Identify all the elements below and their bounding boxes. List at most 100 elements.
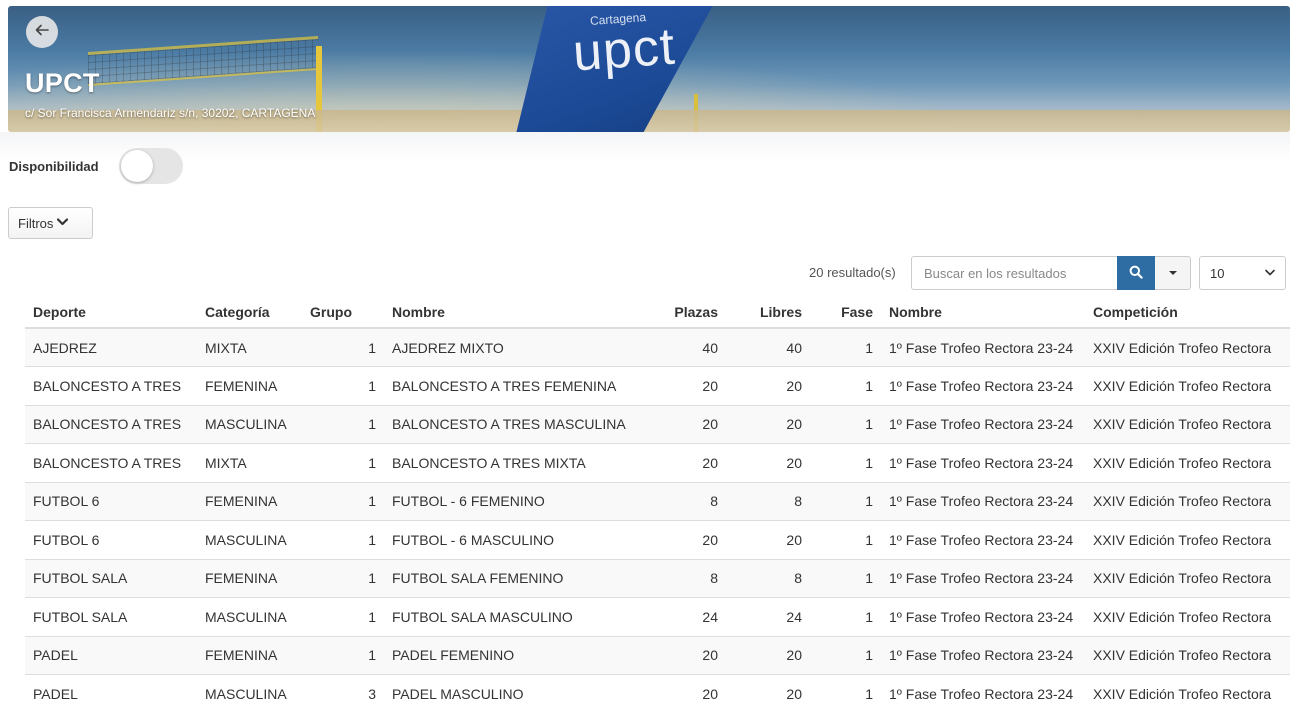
cell-nombre: PADEL FEMENINO — [384, 635, 644, 675]
cell-competicion: XXIV Edición Trofeo Rectora — [1085, 635, 1290, 675]
cell-fase-nombre: 1º Fase Trofeo Rectora 23-24 — [881, 366, 1085, 405]
cell-nombre: FUTBOL - 6 MASCULINO — [384, 520, 644, 559]
search-input[interactable] — [911, 256, 1118, 290]
table-row[interactable]: PADEL MASCULINA 3 PADEL MASCULINO 20 20 1 1º Fa… — [25, 674, 1290, 701]
availability-label: Disponibilidad — [9, 158, 99, 174]
cell-competicion: XXIV Edición Trofeo Rectora — [1085, 558, 1290, 598]
table-row[interactable]: BALONCESTO A TRES MASCULINA 1 BALONCESTO A … — [25, 404, 1290, 444]
cell-categoria: FEMENINA — [197, 481, 302, 521]
cell-grupo: 1 — [302, 558, 384, 598]
cell-plazas: 20 — [644, 635, 726, 675]
arrow-left-icon — [34, 22, 50, 43]
cell-fase-nombre: 1º Fase Trofeo Rectora 23-24 — [881, 597, 1085, 636]
cell-grupo: 3 — [302, 674, 384, 701]
toggle-knob — [120, 150, 153, 182]
col-header-libres[interactable]: Libres — [726, 296, 810, 329]
table-row[interactable]: BALONCESTO A TRES MIXTA 1 BALONCESTO A TRES… — [25, 443, 1290, 482]
cell-fase: 1 — [810, 520, 881, 559]
results-table: Deporte Categoría Grupo Nombre Plazas Li… — [25, 296, 1290, 701]
cell-competicion: XXIV Edición Trofeo Rectora — [1085, 327, 1290, 367]
table-row[interactable]: AJEDREZ MIXTA 1 AJEDREZ MIXTO 40 40 1 1º Fase T… — [25, 327, 1290, 367]
col-header-fase[interactable]: Fase — [810, 296, 881, 329]
cell-categoria: FEMENINA — [197, 366, 302, 405]
cell-categoria: MASCULINA — [197, 597, 302, 636]
cell-libres: 8 — [726, 481, 810, 521]
cell-fase: 1 — [810, 635, 881, 675]
cell-libres: 20 — [726, 674, 810, 701]
cell-plazas: 20 — [644, 674, 726, 701]
cell-plazas: 20 — [644, 443, 726, 482]
results-count: 20 resultado(s) — [809, 265, 896, 280]
search-options-button[interactable] — [1155, 256, 1191, 290]
availability-toggle[interactable] — [118, 148, 183, 184]
cell-libres: 20 — [726, 635, 810, 675]
cell-competicion: XXIV Edición Trofeo Rectora — [1085, 520, 1290, 559]
cell-nombre: BALONCESTO A TRES MASCULINA — [384, 404, 644, 444]
club-address: c/ Sor Francisca Armendariz s/n, 30202, … — [25, 106, 316, 120]
cell-grupo: 1 — [302, 443, 384, 482]
table-row[interactable]: FUTBOL 6 FEMENINA 1 FUTBOL - 6 FEMENINO 8 8 1 1… — [25, 481, 1290, 521]
cell-fase: 1 — [810, 404, 881, 444]
cell-deporte: FUTBOL 6 — [25, 481, 197, 521]
filters-button[interactable]: Filtros — [8, 207, 93, 239]
cell-fase: 1 — [810, 443, 881, 482]
caret-down-icon — [1168, 271, 1177, 275]
col-header-nombre[interactable]: Nombre — [384, 296, 644, 329]
cell-competicion: XXIV Edición Trofeo Rectora — [1085, 597, 1290, 636]
page-title: UPCT — [25, 68, 100, 98]
cell-fase: 1 — [810, 558, 881, 598]
search-button[interactable] — [1117, 256, 1155, 290]
col-header-plazas[interactable]: Plazas — [644, 296, 726, 329]
cell-nombre: BALONCESTO A TRES FEMENINA — [384, 366, 644, 405]
cell-grupo: 1 — [302, 597, 384, 636]
chevron-down-icon — [1265, 268, 1275, 279]
col-header-grupo[interactable]: Grupo — [302, 296, 384, 329]
cell-competicion: XXIV Edición Trofeo Rectora — [1085, 674, 1290, 701]
cell-competicion: XXIV Edición Trofeo Rectora — [1085, 404, 1290, 444]
table-row[interactable]: FUTBOL 6 MASCULINA 1 FUTBOL - 6 MASCULINO 20… — [25, 520, 1290, 559]
cell-grupo: 1 — [302, 404, 384, 444]
cell-categoria: MIXTA — [197, 327, 302, 367]
table-row[interactable]: FUTBOL SALA MASCULINA 1 FUTBOL SALA MASCULI… — [25, 597, 1290, 636]
cell-libres: 24 — [726, 597, 810, 636]
table-body: AJEDREZ MIXTA 1 AJEDREZ MIXTO 40 40 1 1º Fase T… — [25, 327, 1290, 701]
cell-fase-nombre: 1º Fase Trofeo Rectora 23-24 — [881, 327, 1085, 367]
cell-libres: 8 — [726, 558, 810, 598]
col-header-competicion[interactable]: Competición — [1085, 296, 1290, 329]
table-header-row: Deporte Categoría Grupo Nombre Plazas Li… — [25, 296, 1290, 329]
col-header-categoria[interactable]: Categoría — [197, 296, 302, 329]
cell-libres: 20 — [726, 404, 810, 444]
cell-deporte: BALONCESTO A TRES — [25, 404, 197, 444]
banner-flag-logo: upct — [571, 17, 678, 83]
col-header-deporte[interactable]: Deporte — [25, 296, 197, 329]
cell-nombre: FUTBOL - 6 FEMENINO — [384, 481, 644, 521]
cell-fase: 1 — [810, 366, 881, 405]
cell-categoria: MASCULINA — [197, 404, 302, 444]
table-row[interactable]: PADEL FEMENINA 1 PADEL FEMENINO 20 20 1 1º Fase… — [25, 635, 1290, 675]
cell-plazas: 8 — [644, 481, 726, 521]
search-icon — [1129, 265, 1143, 282]
cell-nombre: FUTBOL SALA MASCULINO — [384, 597, 644, 636]
cell-fase: 1 — [810, 674, 881, 701]
cell-plazas: 40 — [644, 327, 726, 367]
cell-fase-nombre: 1º Fase Trofeo Rectora 23-24 — [881, 635, 1085, 675]
cell-fase-nombre: 1º Fase Trofeo Rectora 23-24 — [881, 404, 1085, 444]
cell-categoria: FEMENINA — [197, 558, 302, 598]
page-size-select[interactable]: 10 — [1199, 256, 1286, 290]
cell-deporte: BALONCESTO A TRES — [25, 366, 197, 405]
table-row[interactable]: BALONCESTO A TRES FEMENINA 1 BALONCESTO A T… — [25, 366, 1290, 405]
cell-libres: 40 — [726, 327, 810, 367]
cell-fase-nombre: 1º Fase Trofeo Rectora 23-24 — [881, 520, 1085, 559]
cell-nombre: AJEDREZ MIXTO — [384, 327, 644, 367]
cell-fase-nombre: 1º Fase Trofeo Rectora 23-24 — [881, 674, 1085, 701]
cell-deporte: FUTBOL 6 — [25, 520, 197, 559]
cell-deporte: BALONCESTO A TRES — [25, 443, 197, 482]
cell-fase: 1 — [810, 327, 881, 367]
cell-plazas: 24 — [644, 597, 726, 636]
cell-fase-nombre: 1º Fase Trofeo Rectora 23-24 — [881, 443, 1085, 482]
table-row[interactable]: FUTBOL SALA FEMENINA 1 FUTBOL SALA FEMENINO… — [25, 558, 1290, 598]
cell-fase-nombre: 1º Fase Trofeo Rectora 23-24 — [881, 558, 1085, 598]
col-header-fase-nombre[interactable]: Nombre — [881, 296, 1085, 329]
cell-competicion: XXIV Edición Trofeo Rectora — [1085, 366, 1290, 405]
back-button[interactable] — [26, 16, 58, 48]
